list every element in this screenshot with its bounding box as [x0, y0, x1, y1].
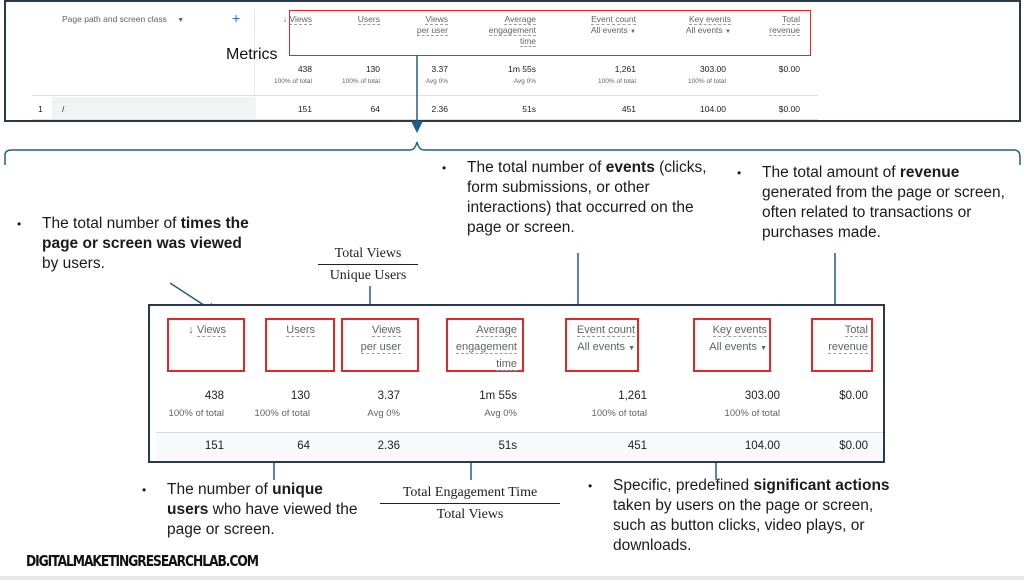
dimension-label: Page path and screen class: [62, 14, 167, 24]
total-key-events-pct: 100% of total: [724, 408, 780, 419]
row-views: 151: [297, 104, 312, 114]
col-event-count-header[interactable]: Event count All events ▼: [565, 322, 635, 357]
formula-numerator: Total Engagement Time: [380, 485, 560, 504]
total-users: 130: [365, 64, 380, 74]
total-views-per-user-avg: Avg 0%: [367, 408, 400, 419]
row-avg-engagement: 51s: [522, 104, 536, 114]
total-event-count-pct: 100% of total: [598, 78, 636, 85]
total-revenue: $0.00: [839, 390, 868, 402]
event-filter-dropdown[interactable]: All events ▼: [577, 341, 635, 353]
total-key-events: 303.00: [744, 390, 780, 402]
formula-denominator: Total Views: [436, 507, 504, 522]
col-views-header[interactable]: ↓ Views: [170, 322, 226, 339]
key-event-filter-dropdown[interactable]: All events ▼: [709, 341, 767, 353]
total-users-pct: 100% of total: [254, 408, 310, 419]
bottom-strip: [0, 576, 1024, 580]
caret-down-icon: ▼: [628, 345, 635, 352]
total-views-per-user: 3.37: [377, 390, 400, 402]
row-key-events: 104.00: [744, 440, 780, 452]
row-views-per-user: 2.36: [377, 440, 400, 452]
col-users-header[interactable]: Users: [265, 322, 315, 339]
total-key-events-pct: 100% of total: [688, 78, 726, 85]
caret-down-icon: ▼: [177, 17, 185, 24]
total-views-pct: 100% of total: [274, 78, 312, 85]
event-count-annotation: • The total number of events (clicks, fo…: [442, 159, 707, 236]
row-views-per-user: 2.36: [431, 104, 448, 114]
views-annotation: • The total number of times the page or …: [17, 215, 249, 272]
total-users: 130: [290, 390, 310, 402]
views-per-user-formula: Total Views Unique Users: [318, 246, 418, 284]
row-views: 151: [204, 440, 224, 452]
engagement-formula: Total Engagement Time Total Views: [380, 485, 560, 523]
total-avg-engagement: 1m 55s: [508, 64, 536, 74]
users-annotation: • The number of unique users who have vi…: [142, 481, 358, 538]
row-page-path[interactable]: /: [62, 104, 82, 114]
total-event-count: 1,261: [614, 64, 636, 74]
row-event-count: 451: [627, 440, 647, 452]
row-users: 64: [370, 104, 380, 114]
total-users-pct: 100% of total: [342, 78, 380, 85]
row-separator: [32, 119, 818, 120]
row-separator: [32, 95, 818, 96]
metrics-label: Metrics: [226, 46, 278, 63]
total-key-events: 303.00: [700, 64, 726, 74]
total-views-per-user-avg: Avg 0%: [425, 78, 448, 85]
zoomed-metrics-table: ↓ Views Users Views per user Average eng…: [148, 304, 885, 463]
total-event-count-pct: 100% of total: [591, 408, 647, 419]
total-avg-engagement: 1m 55s: [479, 390, 517, 402]
plus-icon[interactable]: +: [232, 10, 240, 26]
row-index: 1: [38, 104, 43, 114]
brand-watermark: DIGITALMAKETINGRESEARCHLAB.COM: [26, 552, 259, 570]
formula-numerator: Total Views: [318, 246, 418, 265]
total-views-pct: 100% of total: [168, 408, 224, 419]
total-event-count: 1,261: [618, 390, 647, 402]
row-key-events: 104.00: [700, 104, 726, 114]
row-users: 64: [297, 440, 310, 452]
total-views: 438: [297, 64, 312, 74]
key-events-annotation: • Specific, predefined significant actio…: [588, 477, 890, 554]
row-highlight: [52, 97, 256, 120]
total-avg-engagement-avg: Avg 0%: [513, 78, 536, 85]
row-avg-engagement: 51s: [498, 440, 517, 452]
row-total-revenue: $0.00: [839, 440, 868, 452]
col-views-per-user-header[interactable]: Views per user: [341, 322, 401, 356]
row-total-revenue: $0.00: [778, 104, 800, 114]
dimension-selector[interactable]: Page path and screen class ▼: [62, 14, 184, 24]
total-avg-engagement-avg: Avg 0%: [484, 408, 517, 419]
col-total-revenue-header[interactable]: Total revenue: [811, 322, 868, 356]
row-event-count: 451: [621, 104, 636, 114]
arrow-down-icon: ↓: [282, 14, 288, 24]
col-avg-engagement-header[interactable]: Average engagement time: [440, 322, 517, 373]
analytics-table-screenshot: Page path and screen class ▼ + ↓ Views U…: [4, 0, 1021, 122]
total-views-per-user: 3.37: [431, 64, 448, 74]
total-revenue-annotation: • The total amount of revenue generated …: [737, 164, 1005, 241]
col-key-events-header[interactable]: Key events All events ▼: [693, 322, 767, 357]
arrow-down-icon: ↓: [188, 324, 194, 336]
caret-down-icon: ▼: [760, 345, 767, 352]
formula-denominator: Unique Users: [329, 268, 407, 283]
metrics-highlight-box: [289, 10, 811, 56]
total-revenue: $0.00: [778, 64, 800, 74]
total-views: 438: [204, 390, 224, 402]
